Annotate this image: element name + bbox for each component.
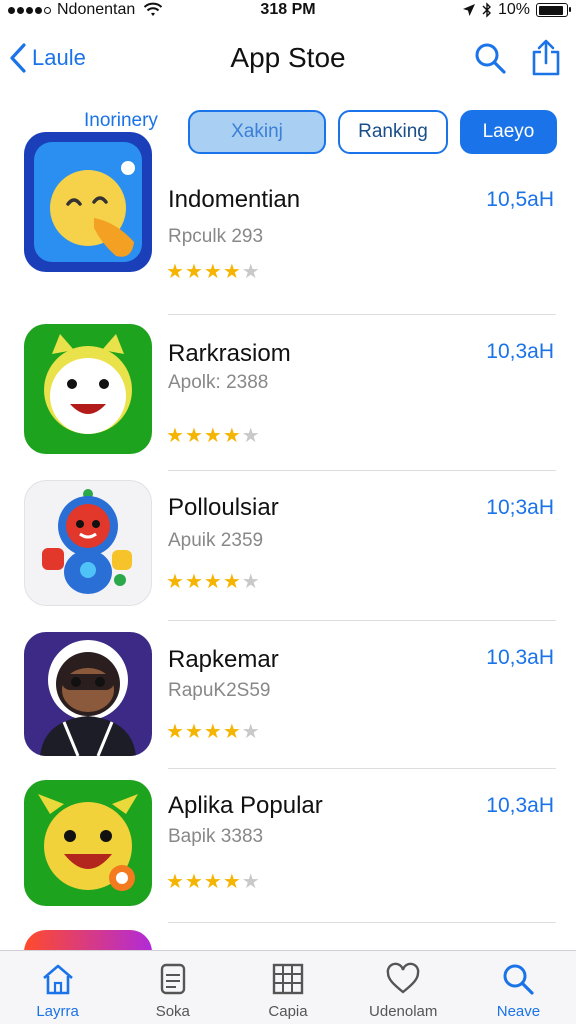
search-icon — [503, 964, 535, 995]
signal-strength-icon — [8, 6, 51, 14]
app-list-item[interactable]: Rapkemar RapuK2S59 ★ ★ ★ ★ ★ 10,3aH — [0, 626, 576, 776]
app-size: 10,3aH — [486, 794, 554, 817]
star-icon: ★ — [222, 721, 241, 743]
search-button[interactable] — [472, 38, 508, 78]
document-icon — [160, 963, 185, 995]
rating-stars: ★ ★ ★ ★ ★ — [166, 722, 260, 742]
grid-icon — [272, 963, 304, 995]
tab-document[interactable]: Soka — [115, 951, 230, 1024]
tab-label: Neave — [496, 1003, 541, 1020]
app-subtitle: Rpculk 293 — [168, 226, 264, 247]
star-icon: ★ — [222, 425, 241, 447]
divider — [168, 470, 556, 471]
star-icon: ★ — [241, 721, 260, 743]
star-icon: ★ — [184, 571, 203, 593]
app-subtitle: Apolk: 2388 — [168, 372, 269, 393]
chevron-left-icon — [10, 43, 26, 73]
app-size: 10,3aH — [486, 646, 554, 669]
tab-search[interactable]: Neave — [461, 951, 576, 1024]
tab-bar: Layrra Soka Capia Udenolam Neave — [0, 950, 576, 1024]
tab-label: Udenolam — [369, 1003, 438, 1020]
star-icon: ★ — [203, 261, 222, 283]
star-icon: ★ — [184, 871, 203, 893]
tab-grid[interactable]: Capia — [230, 951, 345, 1024]
location-arrow-icon — [462, 4, 475, 16]
ninja-icon[interactable] — [24, 632, 152, 756]
star-icon: ★ — [241, 571, 260, 593]
star-icon: ★ — [166, 571, 184, 593]
star-icon: ★ — [203, 425, 222, 447]
wifi-icon — [144, 2, 163, 16]
share-button[interactable] — [528, 38, 564, 78]
back-label: Laule — [32, 45, 86, 70]
tab-label: Capia — [268, 1003, 308, 1020]
battery-level — [538, 5, 563, 15]
app-list-item[interactable]: Rarkrasiom Apolk: 2388 ★ ★ ★ ★ ★ 10,3aH — [0, 316, 576, 466]
app-name[interactable]: Aplika Popular — [168, 792, 323, 820]
status-bar: Ndonentan 318 PM 10% — [0, 0, 576, 22]
carrier-name: Ndonentan — [57, 1, 136, 18]
tab-label: Layrra — [36, 1003, 79, 1020]
search-icon — [475, 43, 506, 74]
status-right: 10% — [462, 1, 571, 19]
battery-percent: 10% — [497, 1, 530, 18]
navigation-bar: Laule App Stoe — [0, 30, 576, 90]
back-button[interactable]: Laule — [10, 40, 86, 76]
star-icon: ★ — [222, 871, 241, 893]
green-owl-icon[interactable] — [24, 324, 152, 454]
app-subtitle: Bapik 3383 — [168, 826, 264, 847]
divider — [168, 922, 556, 923]
segment-label: Inorinery — [84, 110, 158, 131]
smiley-monster-icon[interactable] — [24, 780, 152, 906]
star-icon: ★ — [166, 425, 184, 447]
heart-icon — [386, 962, 420, 994]
star-icon: ★ — [241, 261, 260, 283]
home-icon — [42, 964, 73, 995]
tab-favorites[interactable]: Udenolam — [346, 951, 461, 1024]
app-size: 10;3aH — [486, 496, 554, 519]
star-icon: ★ — [184, 261, 203, 283]
app-subtitle: RapuK2S59 — [168, 680, 271, 701]
rating-stars: ★ ★ ★ ★ ★ — [166, 262, 260, 282]
segment-laeyo[interactable]: Laeyo — [460, 110, 557, 154]
app-size: 10,5aH — [486, 188, 554, 211]
star-icon: ★ — [184, 425, 203, 447]
nav-actions — [472, 38, 564, 78]
app-name[interactable]: Polloulsiar — [168, 494, 279, 522]
app-list-item[interactable]: Aplika Popular Bapik 3383 ★ ★ ★ ★ ★ 10,3aH — [0, 774, 576, 924]
app-name[interactable]: Rarkrasiom — [168, 340, 291, 368]
app-name[interactable]: Rapkemar — [168, 646, 279, 674]
status-left: Ndonentan — [8, 1, 163, 19]
star-icon: ★ — [166, 721, 184, 743]
rating-stars: ★ ★ ★ ★ ★ — [166, 426, 260, 446]
robot-toy-icon[interactable] — [24, 480, 152, 606]
divider — [168, 314, 556, 315]
segment-xakinj[interactable]: Xakinj — [188, 110, 326, 154]
rating-stars: ★ ★ ★ ★ ★ — [166, 872, 260, 892]
star-icon: ★ — [222, 571, 241, 593]
divider — [168, 768, 556, 769]
star-icon: ★ — [241, 425, 260, 447]
battery-icon — [536, 3, 571, 17]
app-name[interactable]: Indomentian — [168, 186, 300, 214]
app-subtitle: Apuik 2359 — [168, 530, 264, 551]
bluetooth-icon — [482, 2, 491, 18]
tab-home[interactable]: Layrra — [0, 951, 115, 1024]
segment-ranking[interactable]: Ranking — [338, 110, 448, 154]
app-size: 10,3aH — [486, 340, 554, 363]
tab-label: Soka — [155, 1003, 190, 1020]
app-list-item[interactable]: Polloulsiar Apuik 2359 ★ ★ ★ ★ ★ 10;3aH — [0, 476, 576, 626]
star-icon: ★ — [166, 261, 184, 283]
divider — [168, 620, 556, 621]
star-icon: ★ — [166, 871, 184, 893]
star-icon: ★ — [203, 871, 222, 893]
segment-bar: Inorinery Xakinj Ranking Laeyo — [0, 104, 576, 156]
star-icon: ★ — [222, 261, 241, 283]
share-icon — [532, 39, 560, 76]
star-icon: ★ — [241, 871, 260, 893]
rating-stars: ★ ★ ★ ★ ★ — [166, 572, 260, 592]
star-icon: ★ — [203, 721, 222, 743]
star-icon: ★ — [184, 721, 203, 743]
star-icon: ★ — [203, 571, 222, 593]
